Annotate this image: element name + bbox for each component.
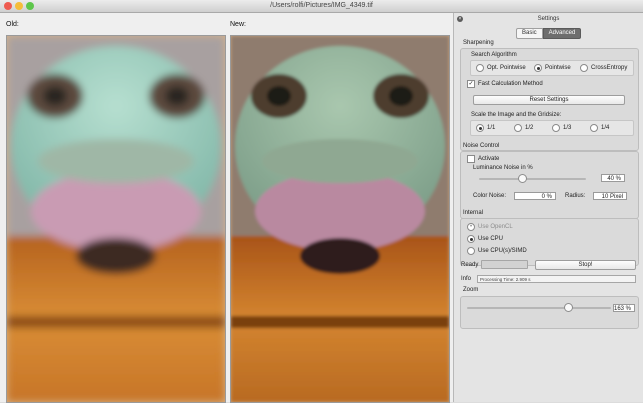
scale-label: Scale the Image and the Gridsize: [471,112,562,118]
radio-scale-1-1[interactable]: 1/1 [476,124,495,132]
radius-field[interactable]: 10 Pixel [593,192,627,200]
checkbox-box [467,155,475,163]
internal-group: • Use OpenCL Use CPU Use CPU(s)/SIMD [460,218,639,266]
use-cpu-option[interactable]: Use CPU [467,235,503,243]
radio-scale-1-3[interactable]: 1/3 [552,124,571,132]
stop-button[interactable]: Stop! [535,260,636,270]
radio-scale-1-2[interactable]: 1/2 [514,124,533,132]
window-title: /Users/rolfi/Pictures/IMG_4349.tif [270,2,373,9]
info-label: Info [461,276,472,282]
ready-label: Ready [461,262,479,268]
radio-label: Opt. Pointwise [487,65,526,71]
search-algorithm-label: Search Algorithm [471,52,517,58]
zoom-slider-knob[interactable] [563,303,573,312]
checkbox-label: Activate [478,156,500,162]
radius-label: Radius: [565,193,586,199]
zoom-value-field[interactable]: 163 % [613,304,635,312]
luminance-slider-track[interactable] [479,178,586,180]
old-image[interactable] [6,35,226,403]
image-viewer: Old: New: [0,13,454,403]
option-label: Use CPU [478,236,504,242]
radio-indicator [514,124,522,132]
color-noise-label: Color Noise: [473,193,507,199]
noise-control-label: Noise Control [463,143,500,149]
scale-group: 1/1 1/2 1/3 1/4 [470,120,634,136]
radio-indicator [534,64,542,72]
radio-indicator [580,64,588,72]
radio-indicator [467,235,475,243]
tab-advanced[interactable]: Advanced [542,28,582,39]
zoom-label: Zoom [463,287,479,293]
new-image[interactable] [230,35,450,403]
use-opencl-option[interactable]: • Use OpenCL [467,223,513,231]
radio-label: Pointwise [545,65,571,71]
radio-pointwise[interactable]: Pointwise [534,64,571,72]
radio-indicator [476,64,484,72]
zoom-slider-track[interactable] [467,307,611,309]
radio-indicator [590,124,598,132]
zoom-group: 163 % [460,296,639,329]
radio-opt-pointwise[interactable]: Opt. Pointwise [476,64,526,72]
internal-label: Internal [463,210,484,216]
radio-label: 1/3 [563,125,572,131]
radio-label: 1/1 [487,125,496,131]
option-label: Use OpenCL [478,224,513,230]
old-label: Old: [6,21,19,28]
info-box: Processing Time: 2.909 s [477,275,636,283]
search-algorithm-group: Opt. Pointwise Pointwise CrossEntropy [470,60,634,76]
activate-checkbox[interactable]: Activate [467,155,499,163]
title-bar: /Users/rolfi/Pictures/IMG_4349.tif [0,0,643,13]
checkmark-icon: • [467,223,475,231]
color-noise-field[interactable]: 0 % [514,192,556,200]
radio-indicator [476,124,484,132]
luminance-noise-label: Luminance Noise in % [473,165,533,171]
sharpening-label: Sharpening [463,40,494,46]
settings-title: Settings [537,16,560,22]
radio-label: CrossEntropy [591,65,628,71]
tab-basic[interactable]: Basic [516,28,543,39]
reset-settings-button[interactable]: Reset Settings [473,95,625,105]
radio-label: 1/4 [601,125,610,131]
radio-label: 1/2 [525,125,534,131]
option-label: Use CPU(s)/SIMD [478,248,527,254]
checkmark-icon: ✓ [467,80,475,88]
luminance-slider-knob[interactable] [517,174,527,183]
radio-indicator [552,124,560,132]
sharpening-group: Search Algorithm Opt. Pointwise Pointwis… [460,48,639,151]
luminance-value-field[interactable]: 40 % [601,174,625,182]
settings-panel: × Settings Basic Advanced Sharpening Sea… [454,13,643,402]
settings-tabs: Basic Advanced [516,28,582,39]
progress-bar [481,260,528,269]
use-cpu-simd-option[interactable]: Use CPU(s)/SIMD [467,247,527,255]
radio-crossentropy[interactable]: CrossEntropy [580,64,627,72]
fast-calculation-checkbox[interactable]: ✓ Fast Calculation Method [467,80,543,88]
new-label: New: [230,21,246,28]
radio-indicator [467,247,475,255]
checkbox-label: Fast Calculation Method [478,81,543,87]
noise-control-group: Activate Luminance Noise in % 40 % Color… [460,151,639,219]
radio-scale-1-4[interactable]: 1/4 [590,124,609,132]
